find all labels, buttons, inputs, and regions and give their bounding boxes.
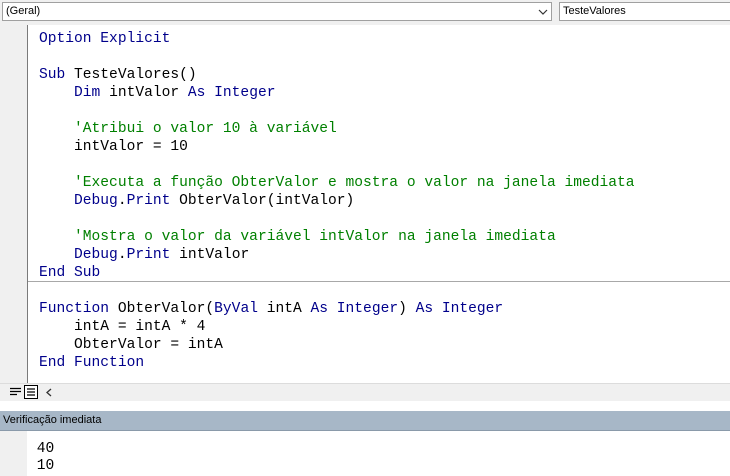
margin-indicator-bar[interactable]	[0, 25, 27, 383]
gutter-divider	[27, 25, 28, 383]
code-token: intA	[266, 301, 311, 317]
code-line[interactable]	[39, 210, 635, 228]
full-module-view-icon[interactable]	[24, 385, 38, 399]
procedure-dropdown-value: TesteValores	[563, 5, 626, 17]
code-line[interactable]	[39, 48, 635, 66]
code-line[interactable]	[39, 282, 635, 300]
keyword-token: End Sub	[39, 265, 101, 281]
procedure-view-icon[interactable]	[8, 385, 22, 399]
keyword-token: Option Explicit	[39, 31, 171, 47]
code-line[interactable]: Function ObterValor(ByVal intA As Intege…	[39, 300, 635, 318]
code-line[interactable]: 'Executa a função ObterValor e mostra o …	[39, 174, 635, 192]
procedure-separator	[28, 281, 730, 282]
procedure-dropdown[interactable]: TesteValores	[559, 2, 730, 21]
code-line[interactable]: End Function	[39, 354, 635, 372]
horizontal-scrollbar[interactable]	[0, 383, 730, 401]
immediate-window-titlebar[interactable]: Verificação imediata	[0, 411, 730, 430]
code-line[interactable]	[39, 156, 635, 174]
scroll-left-arrow-icon[interactable]	[43, 385, 55, 399]
keyword-token: Debug	[74, 193, 118, 209]
keyword-token: Debug	[74, 247, 118, 263]
keyword-token: As Integer	[187, 85, 276, 101]
code-token: intA = intA * 4	[39, 319, 206, 335]
object-dropdown-value: (Geral)	[6, 5, 41, 17]
code-line[interactable]: Debug.Print intValor	[39, 246, 635, 264]
immediate-window-gutter	[0, 431, 27, 476]
code-line[interactable]: Option Explicit	[39, 30, 635, 48]
code-token: .	[117, 193, 127, 209]
keyword-token: Print	[126, 193, 171, 209]
code-token: .	[117, 247, 127, 263]
code-line[interactable]: intA = intA * 4	[39, 318, 635, 336]
keyword-token: As Integer	[415, 301, 504, 317]
immediate-output-line: 40	[28, 441, 55, 457]
window-gap	[0, 401, 730, 411]
code-token: intValor	[170, 247, 250, 263]
keyword-token: Print	[126, 247, 171, 263]
keyword-token: As Integer	[310, 301, 399, 317]
code-line[interactable]: End Sub	[39, 264, 635, 282]
immediate-window-title: Verificação imediata	[3, 414, 102, 426]
code-line[interactable]: Dim intValor As Integer	[39, 84, 635, 102]
code-window-toolbar: (Geral) TesteValores	[0, 0, 730, 25]
code-lines: Option Explicit Sub TesteValores() Dim i…	[39, 30, 635, 372]
immediate-output-line: 10	[28, 458, 55, 474]
chevron-down-icon[interactable]	[534, 3, 551, 20]
keyword-token: Sub	[39, 67, 75, 83]
code-token: ObterValor(	[117, 301, 215, 317]
comment-token: 'Executa a função ObterValor e mostra o …	[74, 175, 635, 191]
code-line[interactable]	[39, 102, 635, 120]
keyword-token: ByVal	[214, 301, 267, 317]
immediate-output-lines: 40 10	[28, 441, 55, 475]
code-line[interactable]: intValor = 10	[39, 138, 635, 156]
immediate-window[interactable]: 40 10	[0, 430, 730, 476]
code-token: TesteValores()	[74, 67, 197, 83]
code-line[interactable]: Debug.Print ObterValor(intValor)	[39, 192, 635, 210]
code-line[interactable]: 'Atribui o valor 10 à variável	[39, 120, 635, 138]
code-line[interactable]: Sub TesteValores()	[39, 66, 635, 84]
code-token: intValor = 10	[39, 139, 188, 155]
comment-token: 'Atribui o valor 10 à variável	[74, 121, 337, 137]
code-token: )	[398, 301, 416, 317]
code-token: intValor	[109, 85, 188, 101]
code-token: ObterValor(intValor)	[170, 193, 355, 209]
keyword-token: End Function	[39, 355, 145, 371]
keyword-token: Function	[39, 301, 118, 317]
keyword-token: Dim	[74, 85, 110, 101]
object-dropdown[interactable]: (Geral)	[2, 2, 552, 21]
code-line[interactable]: ObterValor = intA	[39, 336, 635, 354]
code-token: ObterValor = intA	[39, 337, 223, 353]
comment-token: 'Mostra o valor da variável intValor na …	[74, 229, 556, 245]
code-editor[interactable]: Option Explicit Sub TesteValores() Dim i…	[0, 25, 730, 383]
code-line[interactable]: 'Mostra o valor da variável intValor na …	[39, 228, 635, 246]
